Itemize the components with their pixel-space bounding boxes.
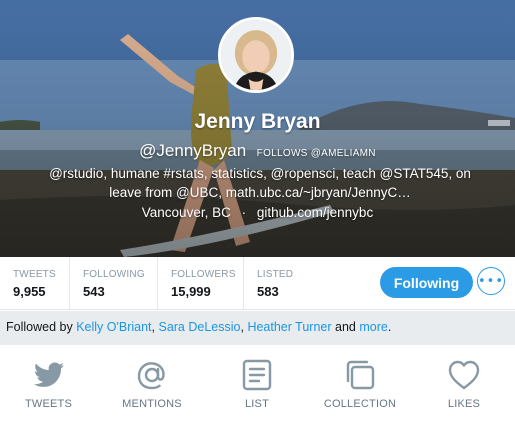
tab-tweets[interactable]: TWEETS — [0, 345, 97, 422]
stat-value: 583 — [257, 284, 279, 299]
profile-name: Jenny Bryan — [194, 110, 321, 133]
avatar[interactable] — [218, 17, 294, 93]
stat-value: 9,955 — [13, 284, 46, 299]
followed-by-prefix: Followed by — [6, 320, 77, 334]
tab-mentions[interactable]: MENTIONS — [97, 345, 207, 422]
stat-value: 15,999 — [171, 284, 211, 299]
follower-link[interactable]: Kelly O'Briant — [76, 320, 151, 334]
at-sign-icon — [134, 357, 170, 393]
more-options-button[interactable]: ••• — [477, 267, 505, 295]
stat-tweets[interactable]: TWEETS 9,955 — [0, 257, 70, 310]
stat-following[interactable]: FOLLOWING 543 — [70, 257, 158, 310]
profile-meta: Vancouver, BC · github.com/jennybc — [0, 205, 515, 220]
bio-line: leave from @UBC, math.ubc.ca/~jbryan/Jen… — [109, 185, 411, 200]
collection-icon — [342, 357, 378, 393]
profile-bio: @rstudio, humane #rstats, statistics, @r… — [40, 164, 480, 202]
stat-followers[interactable]: FOLLOWERS 15,999 — [158, 257, 244, 310]
list-icon — [239, 357, 275, 393]
stat-value: 543 — [83, 284, 105, 299]
following-button[interactable]: Following — [380, 267, 473, 298]
heart-icon — [446, 357, 482, 393]
followed-by-bar: Followed by Kelly O'Briant, Sara DeLessi… — [0, 311, 515, 345]
profile-handle: @JennyBryan — [139, 141, 247, 160]
tab-list[interactable]: LIST — [207, 345, 307, 422]
bio-line: @rstudio, humane #rstats, statistics, @r… — [49, 166, 471, 181]
followed-by-period: . — [387, 320, 392, 334]
tab-collection[interactable]: COLLECTION — [307, 345, 413, 422]
follower-link[interactable]: Sara DeLessio — [158, 320, 240, 334]
stat-label: TWEETS — [13, 269, 56, 280]
profile-location: Vancouver, BC — [141, 205, 231, 220]
follows-you-badge: FOLLOWS @AMELIAMN — [256, 148, 376, 159]
profile-tabs: TWEETS MENTIONS LIST COLLECTION LIKES — [0, 345, 515, 422]
followed-by-more-link[interactable]: more — [359, 320, 387, 334]
stat-label: FOLLOWING — [83, 269, 145, 280]
profile-website-link[interactable]: github.com/jennybc — [257, 205, 373, 220]
meta-separator: · — [241, 205, 247, 220]
stat-label: LISTED — [257, 269, 294, 280]
tab-likes[interactable]: LIKES — [413, 345, 515, 422]
stat-listed[interactable]: LISTED 583 — [244, 257, 314, 310]
follower-link[interactable]: Heather Turner — [247, 320, 331, 334]
tab-label: COLLECTION — [323, 398, 397, 410]
tab-label: TWEETS — [24, 398, 73, 410]
followed-by-and: and — [331, 320, 360, 334]
avatar-photo — [221, 20, 291, 90]
tab-label: MENTIONS — [122, 398, 182, 410]
more-dots-icon: ••• — [478, 273, 505, 289]
bird-icon — [31, 357, 67, 393]
tab-label: LIST — [244, 398, 270, 410]
handle-row: @JennyBryan FOLLOWS @AMELIAMN — [0, 141, 515, 161]
stat-label: FOLLOWERS — [171, 269, 236, 280]
tab-label: LIKES — [447, 398, 481, 410]
